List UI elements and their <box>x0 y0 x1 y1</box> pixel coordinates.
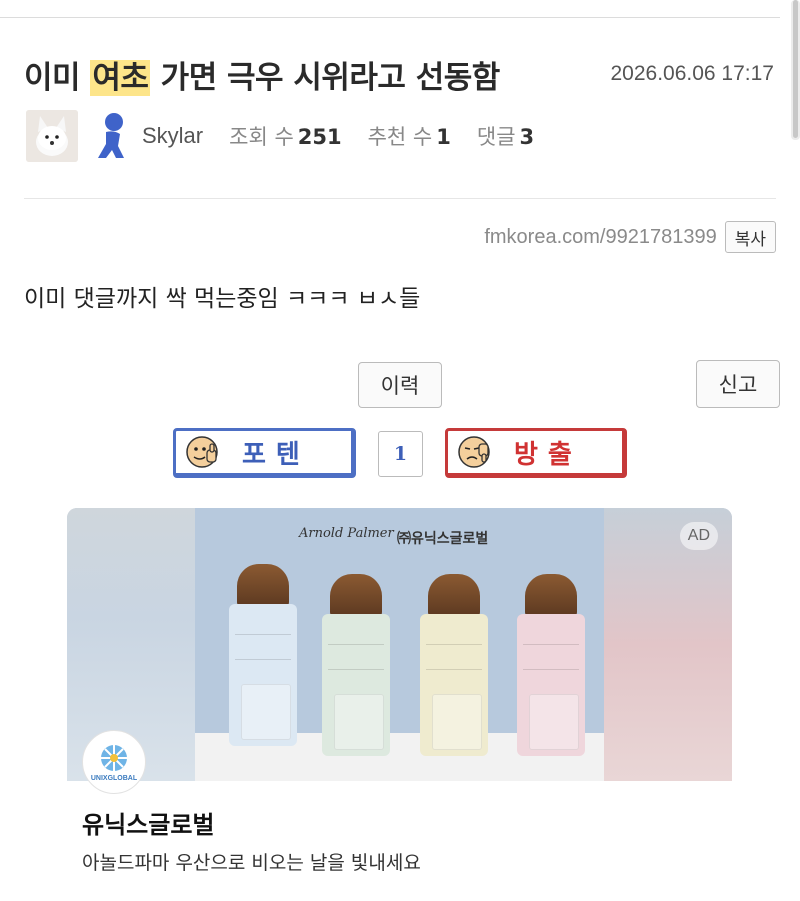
vote-count: 1 <box>378 431 423 477</box>
post-meta: Skylar 조회 수 251 추천 수1 댓글 3 <box>26 110 534 162</box>
comment-count-value: 3 <box>519 125 535 149</box>
view-count-value: 251 <box>297 125 342 149</box>
top-divider <box>0 17 780 18</box>
thumbs-down-face-icon <box>458 436 490 468</box>
post-title: 이미 여초 가면 극우 시위라고 선동함 <box>24 52 500 97</box>
avatar[interactable] <box>26 110 78 162</box>
blue-person-level-icon <box>98 113 124 158</box>
level-icon <box>92 110 132 162</box>
post-url[interactable]: fmkorea.com/9921781399 <box>484 226 716 249</box>
view-count: 조회 수 251 <box>229 121 341 151</box>
comment-count[interactable]: 댓글 3 <box>477 121 534 151</box>
title-prefix: 이미 <box>24 60 91 96</box>
upvote-button[interactable]: 포텐 <box>173 428 356 478</box>
ad-badge: AD <box>679 522 718 550</box>
thumbs-up-face-icon <box>186 436 218 468</box>
umbrella-yellow <box>420 574 488 756</box>
ad-brand-header: ㈜유닉스글로벌 <box>397 531 489 547</box>
view-count-label: 조회 수 <box>229 125 294 149</box>
umbrella-green <box>322 574 390 756</box>
history-button[interactable]: 이력 <box>358 362 442 408</box>
unixglobal-logo-icon <box>101 744 127 771</box>
post-date: 2026.06.06 17:17 <box>610 62 775 85</box>
scrollbar[interactable] <box>791 0 800 140</box>
recommend-count: 추천 수1 <box>368 121 451 151</box>
umbrella-blue <box>229 564 297 754</box>
advertiser-logo-text: UNIXGLOBAL <box>90 774 138 782</box>
umbrella-pink <box>517 574 585 756</box>
title-highlight: 여초 <box>90 60 151 96</box>
title-suffix: 가면 극우 시위라고 선동함 <box>150 60 501 96</box>
post-url-row: fmkorea.com/9921781399 복사 <box>484 221 776 253</box>
author-nickname[interactable]: Skylar <box>142 123 203 149</box>
meta-divider <box>24 198 776 199</box>
downvote-button[interactable]: 방출 <box>445 428 627 478</box>
copy-url-button[interactable]: 복사 <box>724 221 776 253</box>
advertiser-logo[interactable]: UNIXGLOBAL <box>82 730 146 794</box>
arctic-fox-avatar-icon <box>26 110 78 162</box>
post-content: 이미 댓글까지 싹 먹는중임 ㅋㅋㅋ ㅂㅅ들 <box>24 286 421 312</box>
comment-count-label: 댓글 <box>476 125 516 149</box>
ad-signature: Arnold Palmer <box>299 526 394 541</box>
ad-image-blur-right <box>604 508 732 781</box>
report-button[interactable]: 신고 <box>696 360 780 408</box>
upvote-label: 포텐 <box>242 439 310 470</box>
ad-banner-image[interactable]: Arnold Palmer ㈜유닉스글로벌 AD <box>67 508 732 781</box>
ad-title[interactable]: 유닉스글로벌 <box>82 805 214 840</box>
ad-description[interactable]: 아놀드파마 우산으로 비오는 날을 빛내세요 <box>82 848 421 875</box>
recommend-count-value: 1 <box>436 125 451 149</box>
scrollbar-thumb[interactable] <box>793 0 798 138</box>
downvote-label: 방출 <box>514 439 582 470</box>
recommend-count-label: 추천 수 <box>367 125 433 149</box>
